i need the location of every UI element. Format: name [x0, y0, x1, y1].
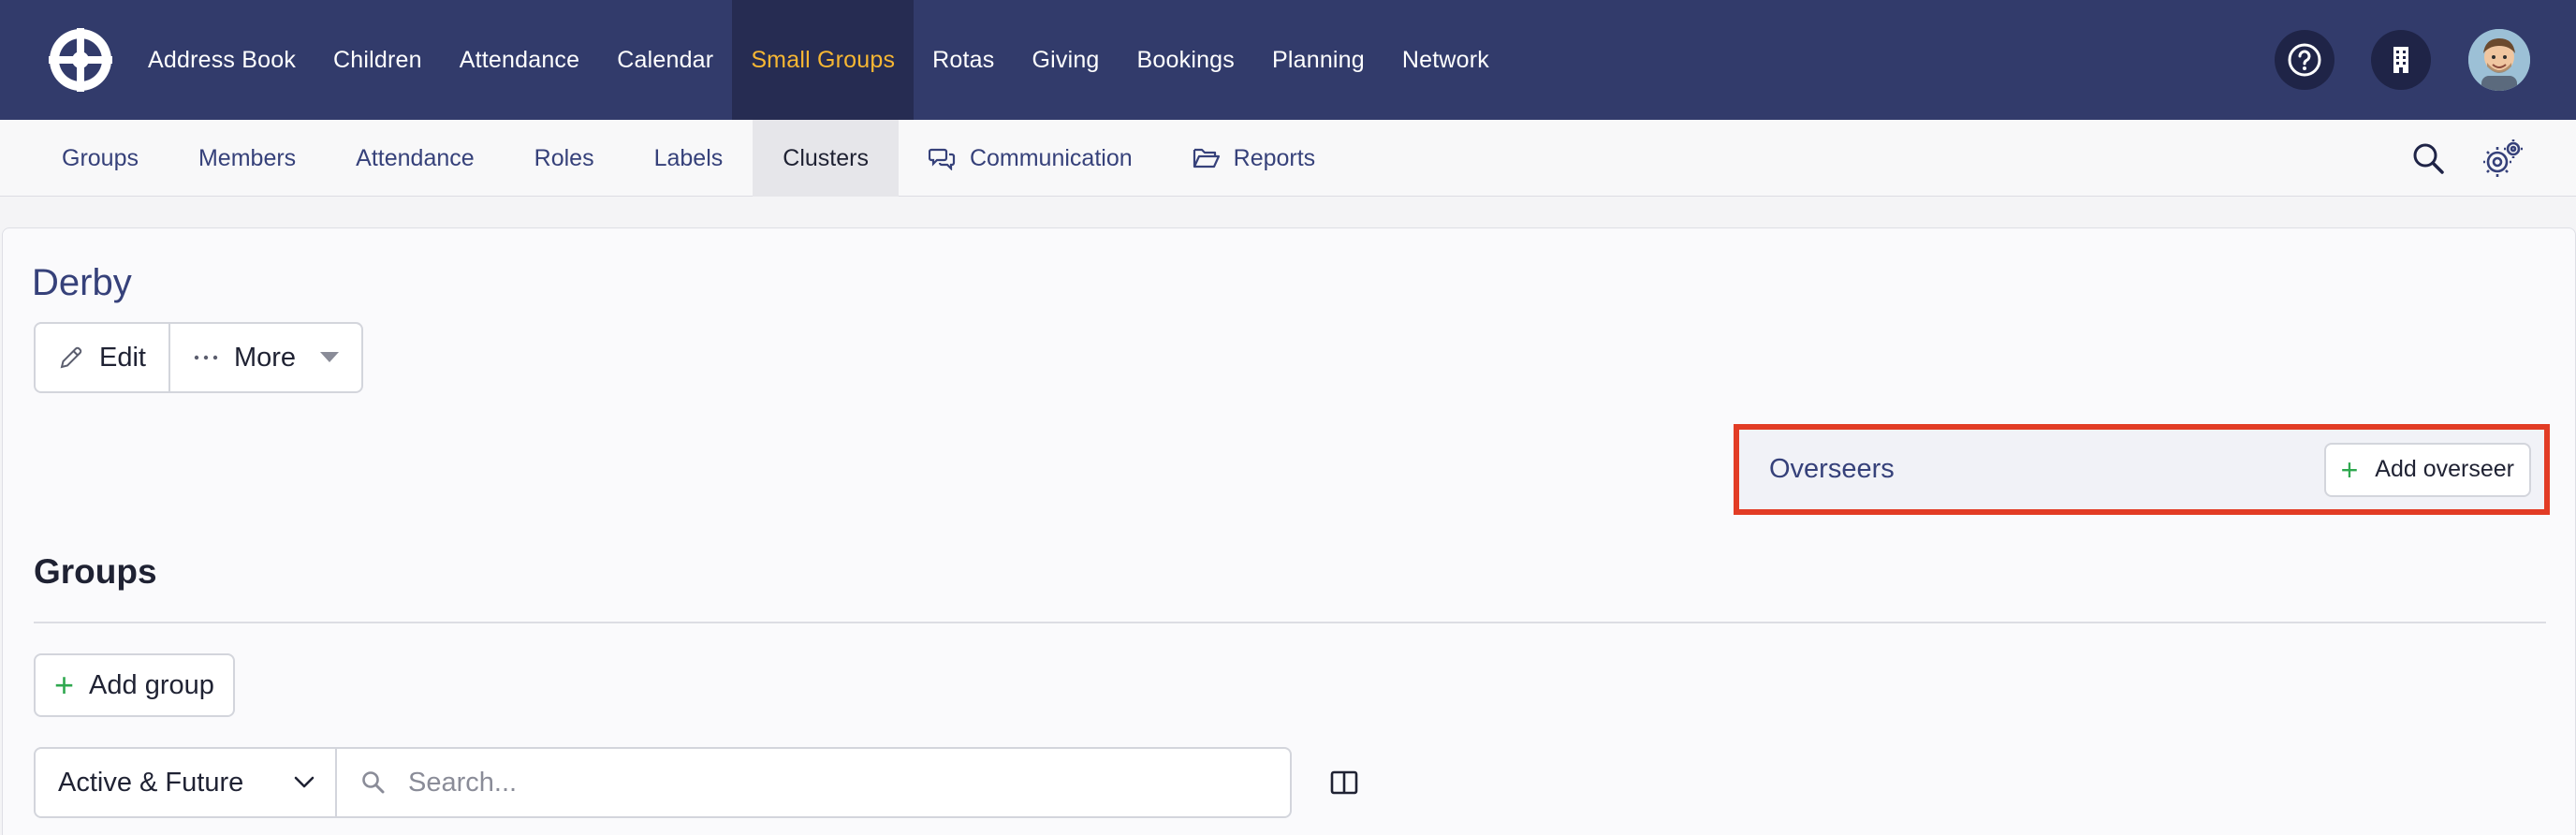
organisation-button[interactable]: [2371, 30, 2431, 90]
subnav-reports[interactable]: Reports: [1163, 120, 1346, 197]
plus-icon: +: [54, 666, 75, 704]
subnav-reports-label: Reports: [1233, 144, 1316, 171]
plus-icon: +: [2340, 452, 2359, 487]
subnav-groups[interactable]: Groups: [32, 120, 168, 197]
chevron-down-icon: [294, 776, 315, 788]
more-button[interactable]: More: [168, 324, 361, 391]
topnav-children[interactable]: Children: [315, 0, 441, 120]
topnav-planning[interactable]: Planning: [1253, 0, 1383, 120]
user-avatar-image: [2468, 29, 2530, 91]
wheel-logo-icon[interactable]: [47, 26, 114, 94]
sub-navigation-bar: Groups Members Attendance Roles Labels C…: [0, 120, 2576, 197]
columns-toggle-button[interactable]: [1327, 766, 1361, 799]
add-overseer-button[interactable]: + Add overseer: [2323, 442, 2531, 497]
groups-section-title: Groups: [34, 552, 157, 591]
help-button[interactable]: [2275, 30, 2334, 90]
main-menu: Address Book Children Attendance Calenda…: [129, 0, 1508, 120]
topnav-small-groups[interactable]: Small Groups: [732, 0, 915, 120]
status-filter-select[interactable]: Active & Future: [36, 749, 337, 816]
edit-button[interactable]: Edit: [36, 324, 168, 391]
user-avatar[interactable]: [2468, 29, 2530, 91]
page-title: Derby: [32, 262, 132, 303]
subnav-communication-label: Communication: [969, 144, 1133, 171]
add-group-label: Add group: [89, 669, 214, 700]
folder-open-icon: [1193, 148, 1220, 168]
subnav-communication[interactable]: Communication: [899, 120, 1163, 197]
edit-button-label: Edit: [99, 342, 146, 373]
subnav-attendance[interactable]: Attendance: [326, 120, 505, 197]
topnav-giving[interactable]: Giving: [1013, 0, 1118, 120]
help-icon: [2288, 43, 2321, 77]
search-box: [337, 749, 1290, 816]
settings-button[interactable]: [2481, 137, 2525, 180]
topnav-calendar[interactable]: Calendar: [598, 0, 732, 120]
search-icon: [362, 771, 385, 794]
caret-down-icon: [320, 352, 340, 362]
content-card: [2, 227, 2576, 835]
group-search-input[interactable]: [408, 767, 1251, 798]
settings-gears-icon: [2483, 139, 2523, 177]
topnav-attendance[interactable]: Attendance: [441, 0, 599, 120]
more-button-label: More: [233, 342, 297, 373]
top-navigation-bar: Address Book Children Attendance Calenda…: [0, 0, 2576, 120]
topnav-rotas[interactable]: Rotas: [914, 0, 1013, 120]
overseers-panel: Overseers + Add overseer: [1734, 424, 2550, 515]
topnav-bookings[interactable]: Bookings: [1119, 0, 1253, 120]
topnav-network[interactable]: Network: [1383, 0, 1508, 120]
subnav-clusters[interactable]: Clusters: [753, 120, 899, 197]
section-divider: [34, 622, 2546, 623]
groups-filter-bar: Active & Future: [34, 747, 1292, 818]
search-button[interactable]: [2407, 137, 2450, 180]
add-overseer-label: Add overseer: [2375, 456, 2514, 482]
columns-icon: [1330, 770, 1358, 795]
overseers-label: Overseers: [1769, 454, 1895, 484]
more-dots-icon: [194, 355, 218, 360]
search-icon: [2413, 143, 2444, 174]
sub-menu: Groups Members Attendance Roles Labels C…: [32, 120, 1345, 197]
pencil-icon: [60, 346, 82, 369]
subnav-members[interactable]: Members: [168, 120, 326, 197]
add-group-button[interactable]: + Add group: [34, 653, 235, 717]
subnav-roles[interactable]: Roles: [505, 120, 624, 197]
topnav-address-book[interactable]: Address Book: [129, 0, 315, 120]
page-actions: Edit More: [34, 322, 364, 393]
subnav-labels[interactable]: Labels: [624, 120, 754, 197]
status-filter-value: Active & Future: [58, 767, 244, 798]
building-icon: [2393, 47, 2408, 73]
chat-bubbles-icon: [928, 148, 956, 170]
